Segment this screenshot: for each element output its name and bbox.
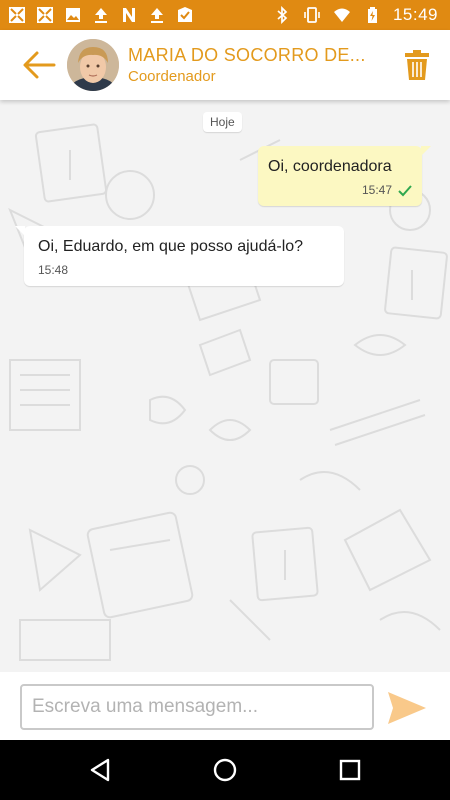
wifi-icon [333,6,351,24]
chat-header: MARIA DO SOCORRO DE... Coordenador [0,30,450,100]
outgoing-message[interactable]: Oi, coordenadora 15:47 [258,146,431,206]
contact-avatar[interactable] [67,39,119,91]
notification-icons [0,6,194,24]
send-icon [388,692,426,724]
upload-icon [92,6,110,24]
nav-home-button[interactable] [210,755,240,785]
date-separator: Hoje [203,112,242,132]
back-triangle-icon [90,758,110,782]
vibrate-icon [303,6,321,24]
delete-chat-button[interactable] [404,49,430,81]
n-app-icon [120,6,138,24]
nav-back-button[interactable] [86,755,116,785]
upload-icon [148,6,166,24]
status-time: 15:49 [392,5,438,24]
home-circle-icon [213,758,237,782]
bluetooth-icon [273,6,291,24]
message-composer [0,672,450,740]
incoming-message[interactable]: Oi, Eduardo, em que posso ajudá-lo? 15:4… [15,226,344,286]
nav-recents-button[interactable] [335,755,365,785]
message-input[interactable] [20,684,374,730]
system-icons: 15:49 [273,5,450,25]
contact-role: Coordenador [128,68,216,85]
bubble-tail [15,226,25,236]
send-button[interactable] [386,690,428,726]
message-time: 15:47 [361,183,392,197]
trash-icon [405,50,429,80]
fullscreen-icon [8,6,26,24]
chat-area[interactable]: Hoje Oi, coordenadora 15:47 Oi, Eduardo,… [0,100,450,672]
status-bar: 15:49 [0,0,450,30]
fullscreen-icon [36,6,54,24]
message-text: Oi, coordenadora [268,158,392,175]
badge-check-icon [176,6,194,24]
bubble-tail [421,146,431,156]
system-nav-bar [0,740,450,800]
message-time: 15:48 [38,263,69,277]
battery-charging-icon [363,6,381,24]
contact-name[interactable]: MARIA DO SOCORRO DE... [128,45,366,66]
recents-square-icon [339,759,361,781]
arrow-left-icon [23,51,56,79]
check-icon [398,185,412,197]
image-icon [64,6,82,24]
back-button[interactable] [22,50,56,80]
message-text: Oi, Eduardo, em que posso ajudá-lo? [38,238,304,255]
